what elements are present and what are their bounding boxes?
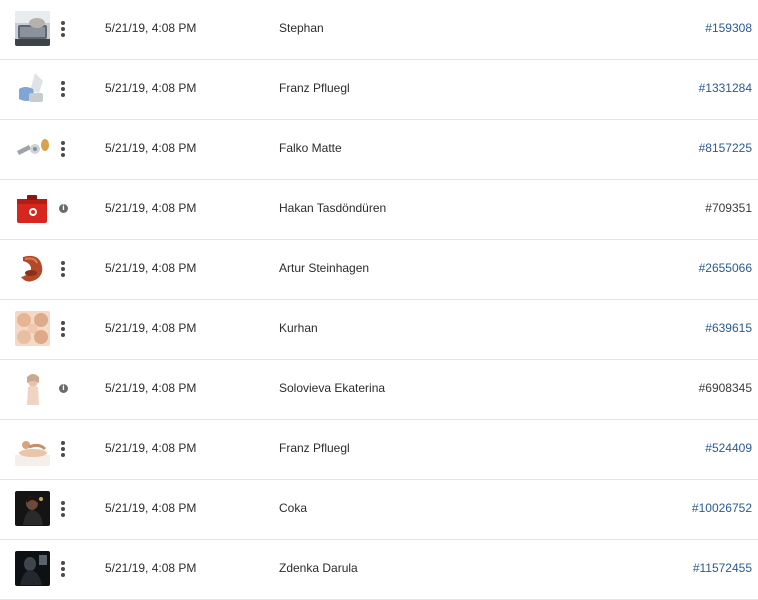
thumbnail-image[interactable]: [15, 551, 50, 586]
asset-id-link[interactable]: #639615: [705, 321, 752, 335]
author-name: Hakan Tasdöndüren: [279, 201, 387, 215]
asset-id-link[interactable]: #10026752: [692, 501, 752, 515]
list-item[interactable]: 5/21/19, 4:08 PM Stephan #159308: [0, 0, 758, 60]
info-icon[interactable]: i: [59, 384, 68, 393]
thumbnail-image[interactable]: [15, 371, 50, 406]
author-name: Kurhan: [279, 321, 318, 335]
thumbnail-image[interactable]: [15, 11, 50, 46]
more-options-icon[interactable]: [55, 257, 71, 281]
date-label: 5/21/19, 4:08 PM: [105, 21, 197, 35]
list-item[interactable]: 5/21/19, 4:08 PM Franz Pfluegl #524409: [0, 420, 758, 480]
author-name: Falko Matte: [279, 141, 342, 155]
list-item[interactable]: 5/21/19, 4:08 PM Kurhan #639615: [0, 300, 758, 360]
date-label: 5/21/19, 4:08 PM: [105, 141, 197, 155]
asset-id: #709351: [705, 201, 752, 215]
date-label: 5/21/19, 4:08 PM: [105, 441, 197, 455]
more-options-icon[interactable]: [55, 497, 71, 521]
asset-id-link[interactable]: #159308: [705, 21, 752, 35]
list-item[interactable]: 5/21/19, 4:08 PM Zdenka Darula #11572455: [0, 540, 758, 600]
info-icon[interactable]: i: [59, 204, 68, 213]
author-name: Coka: [279, 501, 308, 515]
date-label: 5/21/19, 4:08 PM: [105, 381, 197, 395]
list-item[interactable]: 5/21/19, 4:08 PM Coka #10026752: [0, 480, 758, 540]
date-label: 5/21/19, 4:08 PM: [105, 261, 197, 275]
list-item[interactable]: 5/21/19, 4:08 PM Falko Matte #8157225: [0, 120, 758, 180]
date-label: 5/21/19, 4:08 PM: [105, 321, 197, 335]
asset-id-link[interactable]: #2655066: [699, 261, 752, 275]
date-label: 5/21/19, 4:08 PM: [105, 561, 197, 575]
author-name: Artur Steinhagen: [279, 261, 370, 275]
list-item[interactable]: i 5/21/19, 4:08 PM Hakan Tasdöndüren #70…: [0, 180, 758, 240]
author-name: Stephan: [279, 21, 324, 35]
more-options-icon[interactable]: [55, 317, 71, 341]
thumbnail-image[interactable]: [15, 191, 50, 226]
author-name: Franz Pfluegl: [279, 81, 350, 95]
date-label: 5/21/19, 4:08 PM: [105, 201, 197, 215]
date-label: 5/21/19, 4:08 PM: [105, 501, 197, 515]
thumbnail-image[interactable]: [15, 431, 50, 466]
author-name: Solovieva Ekaterina: [279, 381, 386, 395]
more-options-icon[interactable]: [55, 437, 71, 461]
asset-id-link[interactable]: #8157225: [699, 141, 752, 155]
list-item[interactable]: 5/21/19, 4:08 PM Franz Pfluegl #1331284: [0, 60, 758, 120]
thumbnail-image[interactable]: [15, 491, 50, 526]
asset-id: #6908345: [698, 381, 752, 395]
more-options-icon[interactable]: [55, 17, 71, 41]
date-label: 5/21/19, 4:08 PM: [105, 81, 197, 95]
list-item[interactable]: i 5/21/19, 4:08 PM Solovieva Ekaterina #…: [0, 360, 758, 420]
asset-id-link[interactable]: #1331284: [699, 81, 752, 95]
list-item[interactable]: 5/21/19, 4:08 PM Artur Steinhagen #26550…: [0, 240, 758, 300]
thumbnail-image[interactable]: [15, 251, 50, 286]
asset-id-link[interactable]: #11572455: [693, 561, 752, 575]
thumbnail-image[interactable]: [15, 131, 50, 166]
thumbnail-image[interactable]: [15, 71, 50, 106]
more-options-icon[interactable]: [55, 77, 71, 101]
more-options-icon[interactable]: [55, 557, 71, 581]
thumbnail-image[interactable]: [15, 311, 50, 346]
author-name: Zdenka Darula: [279, 561, 358, 575]
asset-list: 5/21/19, 4:08 PM Stephan #159308 5/21/19…: [0, 0, 758, 600]
asset-id-link[interactable]: #524409: [705, 441, 752, 455]
author-name: Franz Pfluegl: [279, 441, 350, 455]
more-options-icon[interactable]: [55, 137, 71, 161]
